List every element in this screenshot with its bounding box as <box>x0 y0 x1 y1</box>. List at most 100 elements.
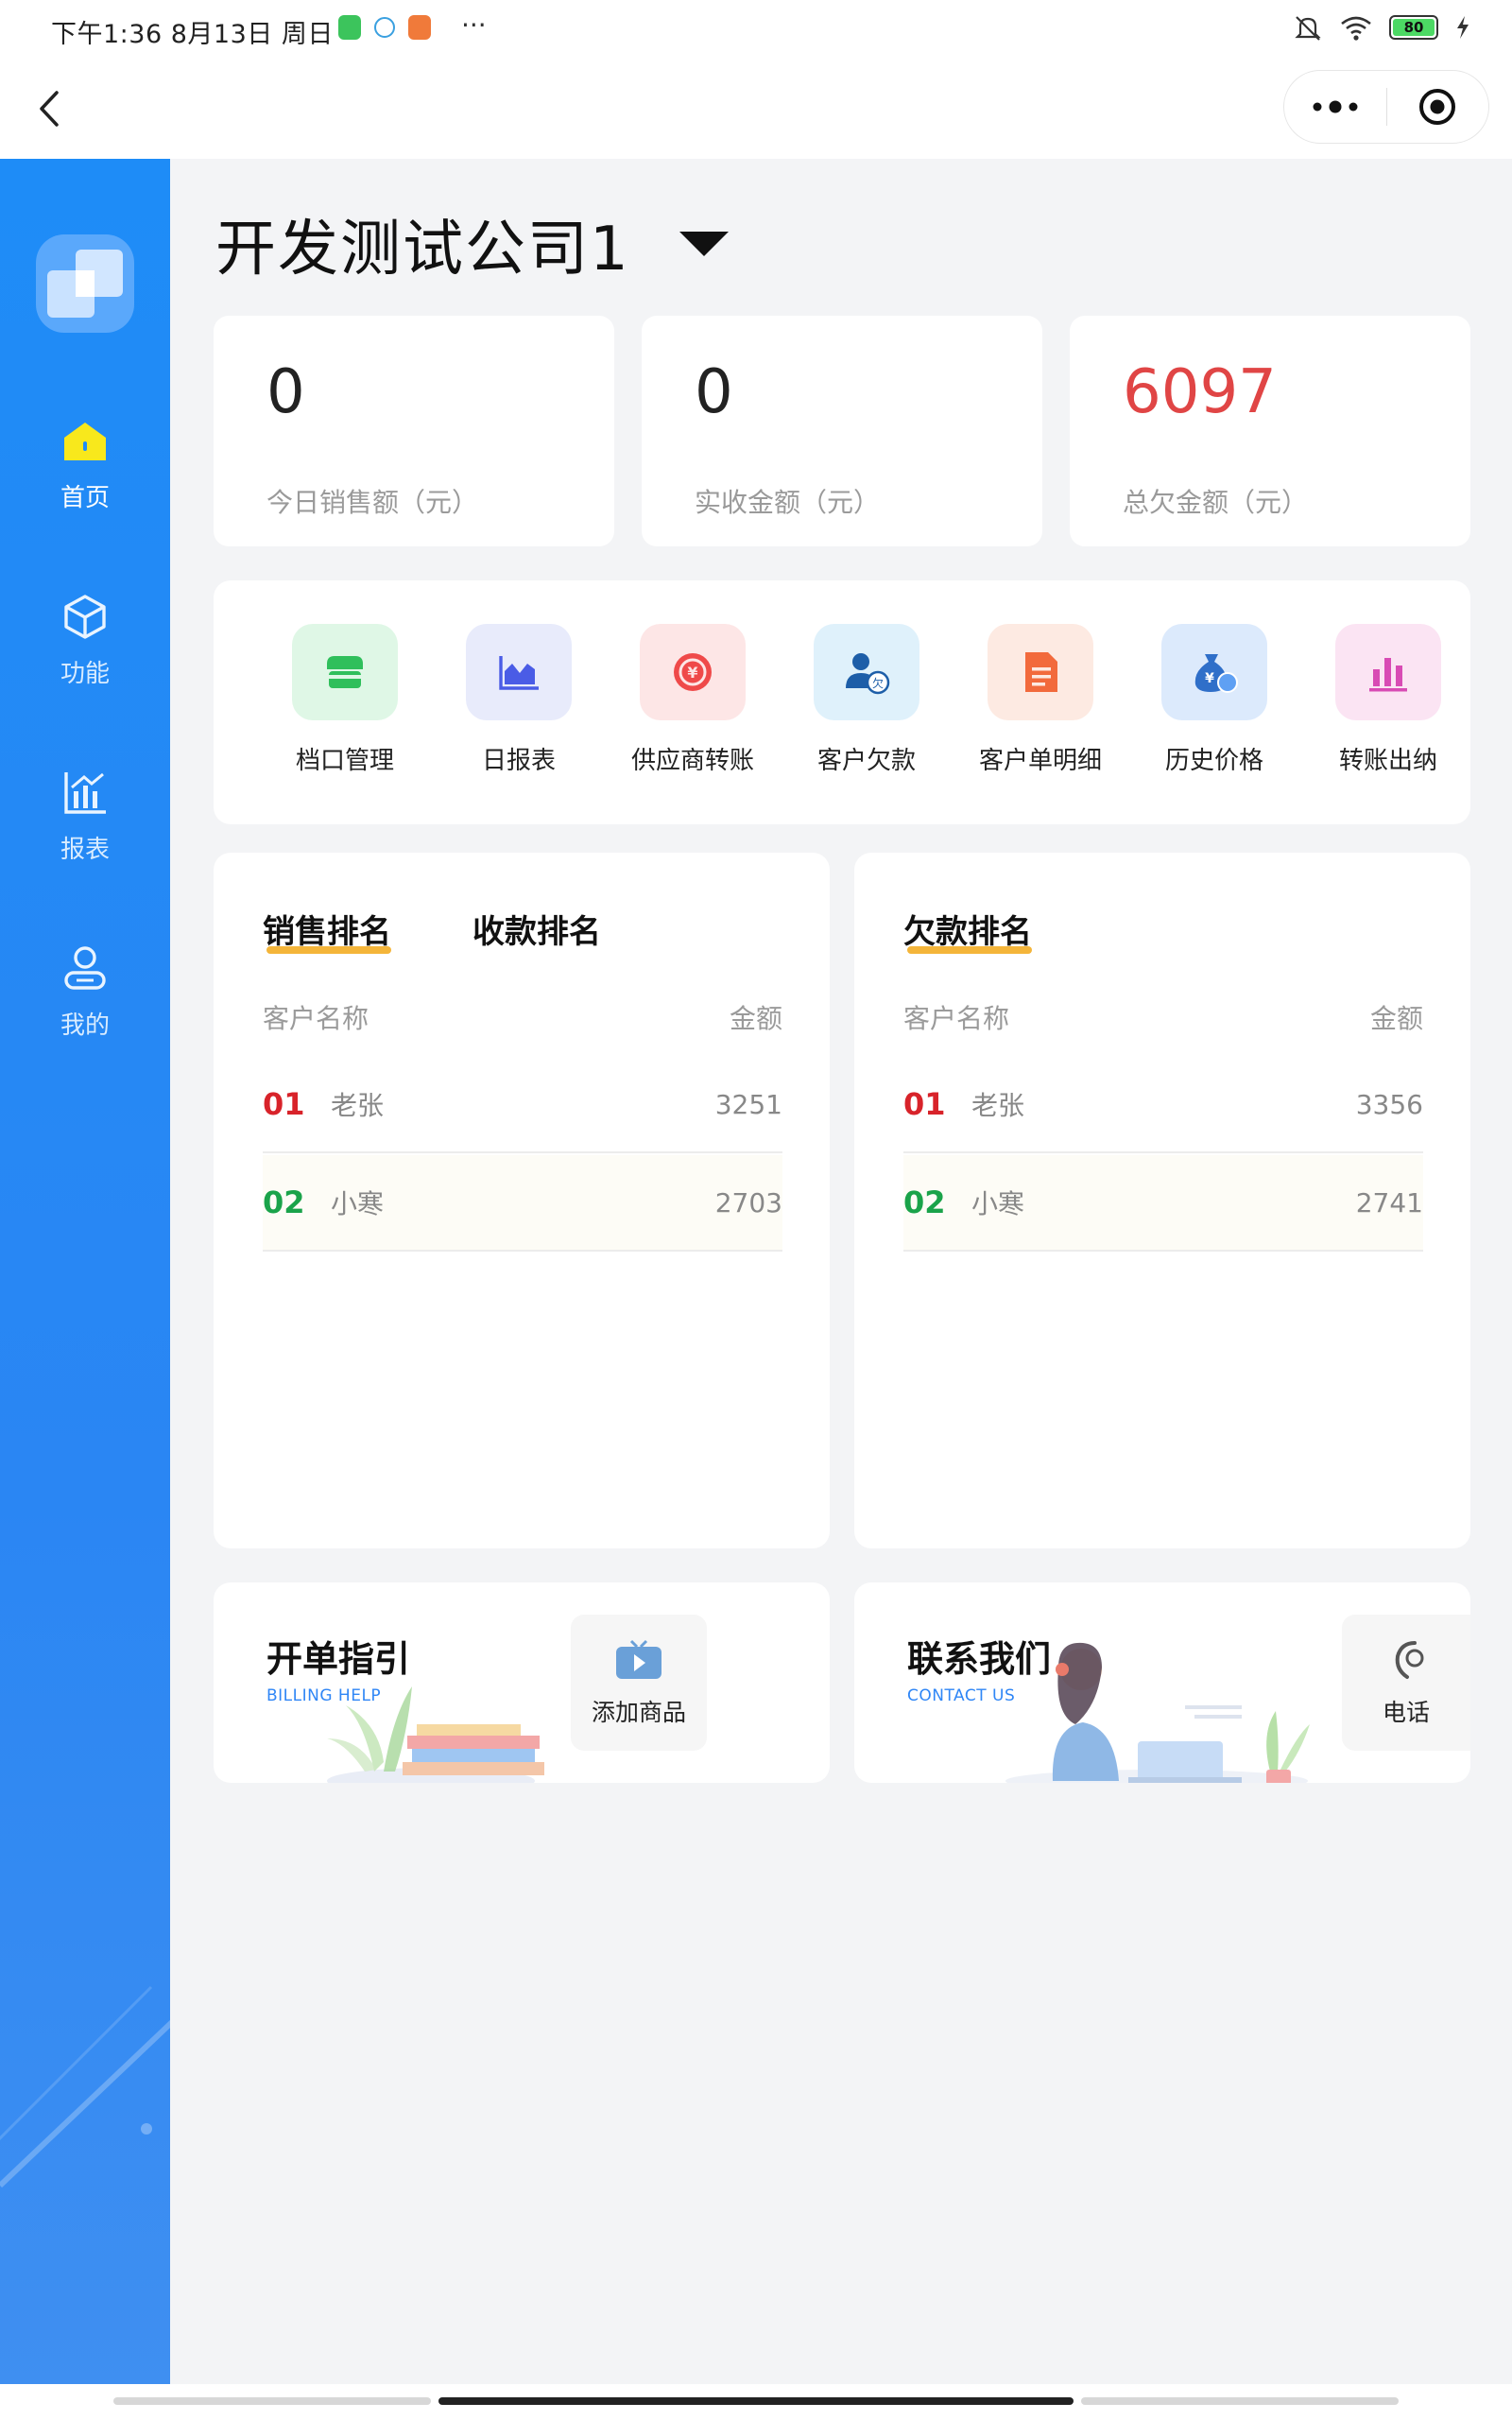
svg-text:欠: 欠 <box>872 676 884 690</box>
sidebar-decoration <box>0 1985 170 2188</box>
customer-name: 小寒 <box>971 1188 1025 1219</box>
table-row[interactable]: 01 老张 3251 <box>263 1057 782 1153</box>
billing-help-subtitle: BILLING HELP <box>266 1686 382 1705</box>
sidebar-label: 报表 <box>60 836 110 864</box>
add-product-button[interactable]: 添加商品 <box>571 1615 707 1751</box>
status-time: 下午1:36 8月13日 周日 <box>51 20 334 49</box>
tab-debt-rank[interactable]: 欠款排名 <box>903 906 1032 954</box>
stat-value: 0 <box>266 357 305 427</box>
phone-button[interactable]: 电话 <box>1342 1615 1470 1751</box>
table-row[interactable]: 01 老张 3356 <box>903 1057 1423 1153</box>
money-bag-icon: ¥ <box>1161 624 1267 720</box>
function-grid: 档口管理 日报表 ¥ 供应商转账 欠 客户欠款 客户单明细 ¥ 历史价格 转账出… <box>214 580 1470 824</box>
svg-text:¥: ¥ <box>1205 671 1214 686</box>
ranking-tabs: 销售排名 收款排名 <box>263 906 601 954</box>
video-play-icon <box>616 1639 662 1679</box>
customer-name: 老张 <box>971 1090 1025 1121</box>
func-transfer-cashier[interactable]: 转账出纳 <box>1322 624 1454 776</box>
tab-collection-rank[interactable]: 收款排名 <box>472 906 601 952</box>
bar-chart-icon <box>59 766 112 819</box>
stat-card-total-debt[interactable]: 6097 总欠金额（元） <box>1070 316 1470 546</box>
nav-bar <box>0 59 1512 159</box>
rank-amount: 2741 <box>1355 1186 1423 1219</box>
rank-number: 01 <box>903 1086 946 1122</box>
company-name: 开发测试公司1 <box>215 215 630 285</box>
func-daily-report[interactable]: 日报表 <box>453 624 585 776</box>
col-amount: 金额 <box>729 1003 782 1034</box>
sidebar-item-home[interactable]: 首页 <box>0 414 170 537</box>
app-logo-icon <box>36 234 134 333</box>
contact-title: 联系我们 <box>907 1638 1052 1680</box>
ranking-header: 客户名称 金额 <box>903 998 1423 1036</box>
home-indicator-segment <box>113 2397 431 2405</box>
func-supplier-transfer[interactable]: ¥ 供应商转账 <box>627 624 759 776</box>
ranking-header: 客户名称 金额 <box>263 998 782 1036</box>
shop-icon <box>292 624 398 720</box>
rank-number: 01 <box>263 1086 305 1122</box>
cube-icon <box>59 590 112 643</box>
status-indicators: 80 <box>1293 13 1470 42</box>
sidebar-item-reports[interactable]: 报表 <box>0 766 170 889</box>
sales-ranking-card: 销售排名 收款排名 客户名称 金额 01 老张 3251 02 小寒 2703 <box>214 853 830 1548</box>
sidebar-label: 功能 <box>60 660 110 688</box>
stat-value: 6097 <box>1123 357 1277 427</box>
func-customer-debt[interactable]: 欠 客户欠款 <box>800 624 933 776</box>
tab-sales-rank[interactable]: 销售排名 <box>263 906 391 954</box>
rank-number: 02 <box>263 1184 305 1220</box>
more-button[interactable] <box>1284 71 1386 143</box>
rank-number: 02 <box>903 1184 946 1220</box>
home-icon <box>59 414 112 467</box>
func-label: 供应商转账 <box>630 747 754 775</box>
status-more: ··· <box>461 9 487 41</box>
mute-bell-icon <box>1295 16 1321 41</box>
battery-level: 80 <box>1393 19 1435 36</box>
status-bar: 下午1:36 8月13日 周日 ··· 80 <box>0 0 1512 59</box>
table-row[interactable]: 02 小寒 2741 <box>903 1155 1423 1252</box>
col-customer-name: 客户名称 <box>263 1003 369 1034</box>
table-row[interactable]: 02 小寒 2703 <box>263 1155 782 1252</box>
target-circle-icon <box>1419 89 1456 125</box>
func-label: 转账出纳 <box>1338 747 1437 775</box>
svg-text:¥: ¥ <box>687 664 697 682</box>
stat-card-received[interactable]: 0 实收金额（元） <box>642 316 1042 546</box>
func-stall-management[interactable]: 档口管理 <box>279 624 411 776</box>
stat-value: 0 <box>695 357 733 427</box>
func-label: 客户单明细 <box>978 747 1102 775</box>
battery-icon: 80 <box>1389 15 1438 40</box>
home-indicator <box>0 2384 1512 2420</box>
stat-label: 总欠金额（元） <box>1123 487 1309 518</box>
charging-icon <box>1457 16 1469 39</box>
rank-amount: 3251 <box>714 1088 782 1120</box>
home-indicator-segment <box>1081 2397 1399 2405</box>
sidebar-item-functions[interactable]: 功能 <box>0 590 170 713</box>
customer-name: 小寒 <box>331 1188 385 1219</box>
billing-help-title: 开单指引 <box>266 1638 411 1680</box>
func-customer-order-detail[interactable]: 客户单明细 <box>974 624 1107 776</box>
status-app-icons <box>338 15 431 40</box>
user-icon <box>59 942 112 994</box>
back-button[interactable] <box>28 85 76 132</box>
sidebar: 首页 功能 报表 我的 <box>0 159 170 2384</box>
home-indicator-bar[interactable] <box>438 2397 1074 2405</box>
sidebar-item-me[interactable]: 我的 <box>0 942 170 1064</box>
stat-card-today-sales[interactable]: 0 今日销售额（元） <box>214 316 614 546</box>
button-label: 添加商品 <box>591 1699 686 1726</box>
yen-transfer-icon: ¥ <box>640 624 746 720</box>
bar-chart-icon <box>1335 624 1441 720</box>
func-label: 档口管理 <box>295 747 394 775</box>
close-miniapp-button[interactable] <box>1387 71 1489 143</box>
col-amount: 金额 <box>1369 1003 1423 1034</box>
app-notification-icon <box>374 17 395 38</box>
app-notification-icon <box>338 15 361 40</box>
area-chart-icon <box>466 624 572 720</box>
phone-icon <box>1395 1641 1424 1679</box>
rank-amount: 3356 <box>1355 1088 1423 1120</box>
stat-label: 实收金额（元） <box>695 487 881 518</box>
func-history-price[interactable]: ¥ 历史价格 <box>1148 624 1280 776</box>
more-dots-icon <box>1313 100 1358 113</box>
button-label: 电话 <box>1382 1699 1430 1726</box>
sidebar-label: 首页 <box>60 484 110 512</box>
ranking-tabs: 欠款排名 <box>903 906 1032 954</box>
company-selector[interactable]: 开发测试公司1 <box>215 200 729 287</box>
debt-ranking-card: 欠款排名 客户名称 金额 01 老张 3356 02 小寒 2741 <box>854 853 1470 1548</box>
